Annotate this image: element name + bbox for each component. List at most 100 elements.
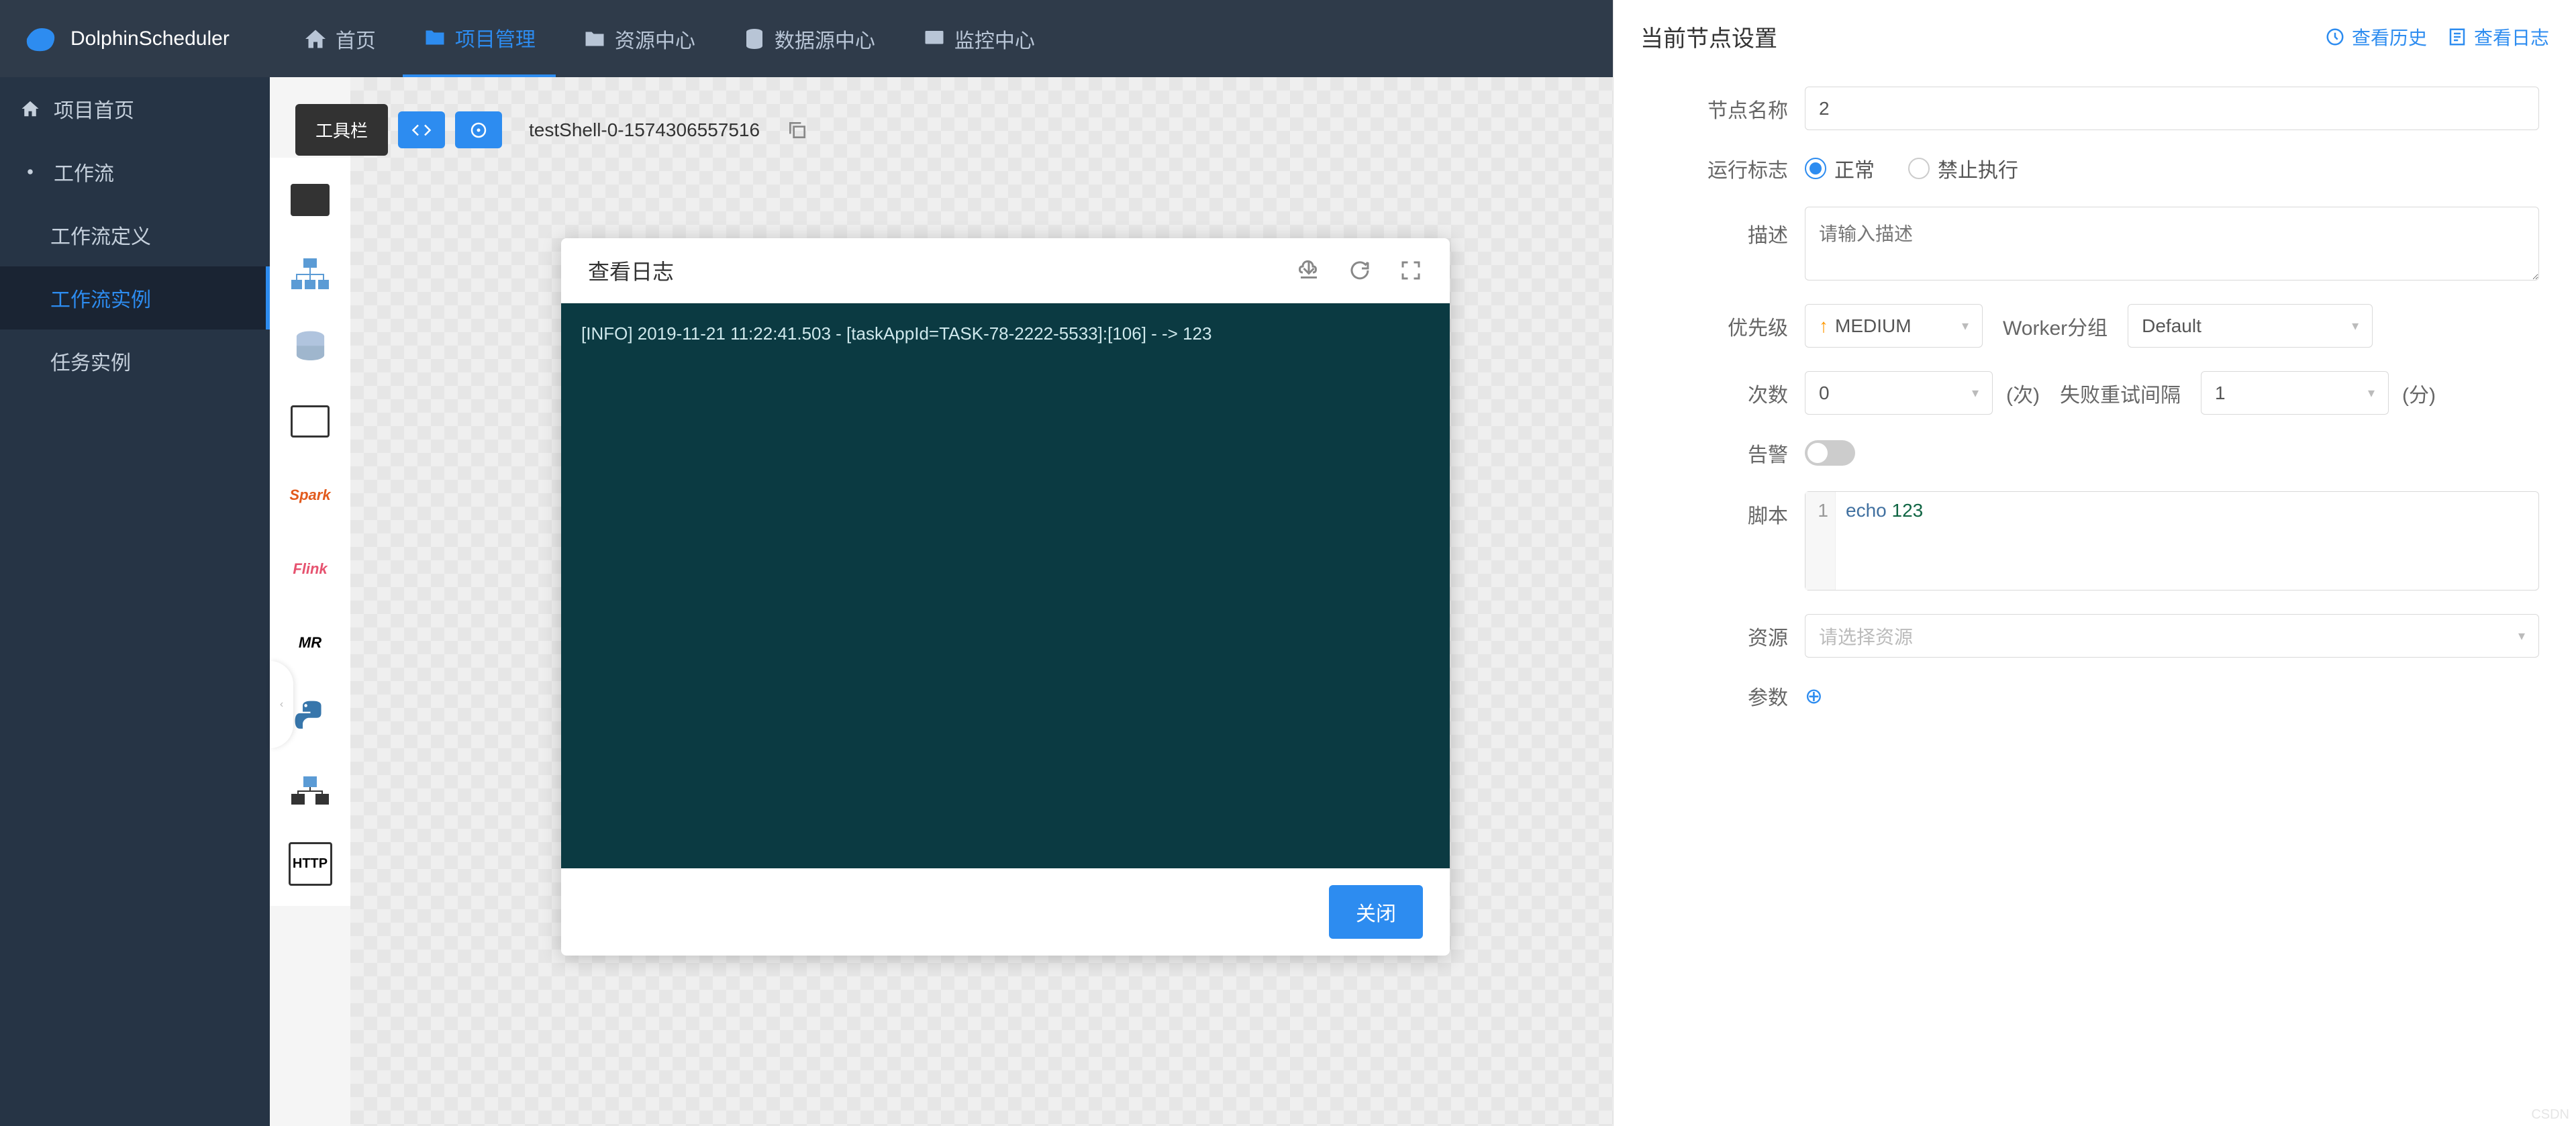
resource-select[interactable]: 请选择资源 ▾ (1805, 614, 2539, 658)
task-id-text: testShell-0-1574306557516 (529, 119, 760, 141)
monitor-icon (922, 27, 946, 51)
radio-checked-icon (1805, 158, 1826, 179)
locate-button[interactable] (455, 111, 502, 148)
sidebar-task-instance[interactable]: 任务实例 (0, 329, 270, 393)
retry-times-select[interactable]: 0 ▾ (1805, 371, 1993, 415)
view-history-button[interactable]: 查看历史 (2325, 23, 2427, 50)
mr-icon: MR (299, 634, 321, 652)
worker-group-value: Default (2142, 315, 2201, 337)
nav-monitor[interactable]: 监控中心 (902, 0, 1055, 77)
retry-interval-value: 1 (2215, 382, 2226, 404)
row-script: 脚本 1 echo 123 (1650, 491, 2539, 591)
row-description: 描述 (1650, 207, 2539, 280)
task-palette: Spark Flink MR HTTP (270, 158, 350, 906)
brand-name: DolphinScheduler (70, 28, 230, 50)
chevron-down-icon: ▾ (2352, 317, 2359, 334)
modal-title: 查看日志 (588, 255, 674, 286)
resource-placeholder: 请选择资源 (1819, 623, 1913, 650)
nav-project[interactable]: 项目管理 (403, 0, 556, 77)
panel-title: 当前节点设置 (1640, 20, 1777, 53)
gear-icon (20, 162, 40, 182)
copy-icon[interactable] (787, 119, 808, 141)
chevron-down-icon: ▾ (1972, 385, 1979, 401)
home-icon (20, 99, 40, 119)
sidebar-workflow-label: 工作流 (54, 157, 114, 187)
sidebar-workflow-definition[interactable]: 工作流定义 (0, 203, 270, 266)
database-icon (742, 27, 766, 51)
log-content[interactable]: [INFO] 2019-11-21 11:22:41.503 - [taskAp… (561, 303, 1450, 868)
run-flag-radio-group: 正常 禁止执行 (1805, 154, 2018, 183)
radio-normal[interactable]: 正常 (1805, 154, 1875, 183)
log-icon (2447, 27, 2467, 47)
palette-mapreduce[interactable]: MR (289, 621, 332, 664)
brand-logo[interactable]: DolphinScheduler (20, 19, 230, 59)
palette-http[interactable]: HTTP (289, 842, 332, 886)
watermark: CSDN (2531, 1107, 2569, 1123)
radio-unchecked-icon (1908, 158, 1930, 179)
add-param-button[interactable]: ⊕ (1805, 683, 1823, 709)
close-button[interactable]: 关闭 (1329, 885, 1423, 939)
palette-spark[interactable]: Spark (289, 473, 332, 517)
script-editor[interactable]: 1 echo 123 (1805, 491, 2539, 591)
chevron-down-icon: ▾ (1962, 317, 1969, 334)
home-icon (303, 27, 328, 51)
palette-procedure[interactable] (289, 325, 332, 369)
python-icon (292, 698, 329, 735)
radio-forbid[interactable]: 禁止执行 (1908, 154, 2018, 183)
alarm-toggle[interactable] (1805, 440, 1855, 466)
form-body: 节点名称 运行标志 正常 禁止执行 描述 优先级 (1614, 73, 2576, 748)
node-name-input[interactable] (1805, 87, 2539, 130)
row-resource: 资源 请选择资源 ▾ (1650, 614, 2539, 658)
modal-action-icons (1297, 258, 1423, 283)
folder-icon (583, 27, 607, 51)
sidebar-workflow[interactable]: 工作流 (0, 140, 270, 203)
dependent-icon (290, 774, 330, 807)
palette-sql[interactable] (289, 399, 332, 443)
left-sidebar: 项目首页 工作流 工作流定义 工作流实例 任务实例 (0, 77, 270, 1126)
fullscreen-icon[interactable] (1399, 258, 1423, 283)
desc-textarea[interactable] (1805, 207, 2539, 280)
nav-resource-label: 资源中心 (615, 24, 695, 54)
row-run-flag: 运行标志 正常 禁止执行 (1650, 154, 2539, 183)
priority-select[interactable]: ↑MEDIUM ▾ (1805, 304, 1983, 348)
retry-interval-select[interactable]: 1 ▾ (2201, 371, 2389, 415)
sidebar-project-home-label: 项目首页 (54, 94, 134, 123)
palette-dependent[interactable] (289, 768, 332, 812)
refresh-icon[interactable] (1348, 258, 1372, 283)
view-code-button[interactable] (398, 111, 445, 148)
download-icon[interactable] (1297, 258, 1321, 283)
sql-icon (291, 405, 330, 438)
canvas-toolbar: 工具栏 testShell-0-1574306557516 (295, 104, 808, 156)
nav-resource[interactable]: 资源中心 (562, 0, 715, 77)
chevron-down-icon: ▾ (2368, 385, 2375, 401)
radio-forbid-label: 禁止执行 (1938, 154, 2018, 183)
http-icon: HTTP (293, 856, 328, 872)
palette-python[interactable] (289, 695, 332, 738)
nav-datasource[interactable]: 数据源中心 (722, 0, 895, 77)
nav-home[interactable]: 首页 (283, 0, 396, 77)
palette-subprocess[interactable] (289, 252, 332, 295)
subprocess-icon (290, 257, 330, 291)
sidebar-project-home[interactable]: 项目首页 (0, 77, 270, 140)
worker-group-select[interactable]: Default ▾ (2128, 304, 2373, 348)
worker-group-label: Worker分组 (2003, 311, 2108, 341)
node-name-label: 节点名称 (1650, 94, 1805, 123)
retry-times-value: 0 (1819, 382, 1830, 404)
run-flag-label: 运行标志 (1650, 154, 1805, 183)
sidebar-task-instance-label: 任务实例 (50, 346, 131, 376)
params-label: 参数 (1650, 681, 1805, 711)
resource-label: 资源 (1650, 621, 1805, 651)
view-log-button[interactable]: 查看日志 (2447, 23, 2549, 50)
sidebar-workflow-instance[interactable]: 工作流实例 (0, 266, 270, 329)
nav-datasource-label: 数据源中心 (775, 24, 875, 54)
row-node-name: 节点名称 (1650, 87, 2539, 130)
collapse-handle[interactable]: ‹ (270, 661, 293, 748)
history-icon (2325, 27, 2345, 47)
alarm-label: 告警 (1650, 438, 1805, 468)
view-log-label: 查看日志 (2474, 23, 2549, 50)
palette-shell[interactable] (289, 178, 332, 221)
panel-actions: 查看历史 查看日志 (2325, 23, 2549, 50)
chevron-left-icon: ‹ (280, 699, 283, 711)
modal-footer: 关闭 (561, 868, 1450, 956)
palette-flink[interactable]: Flink (289, 547, 332, 591)
